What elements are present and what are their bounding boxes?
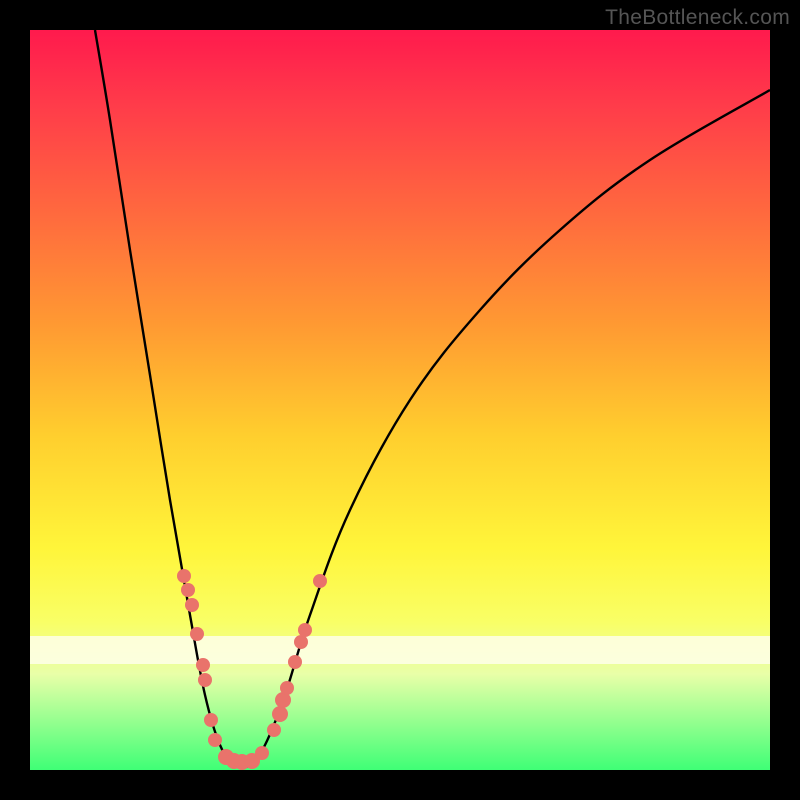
data-point [185, 598, 199, 612]
watermark-text: TheBottleneck.com [605, 6, 790, 30]
data-point [294, 635, 308, 649]
chart-svg [30, 30, 770, 770]
data-point [298, 623, 312, 637]
data-point [198, 673, 212, 687]
data-point-markers [177, 569, 327, 770]
data-point [190, 627, 204, 641]
data-point [196, 658, 210, 672]
data-point [255, 746, 269, 760]
data-point [181, 583, 195, 597]
bottleneck-curve-line [95, 30, 770, 768]
data-point [288, 655, 302, 669]
chart-plot-area [30, 30, 770, 770]
data-point [267, 723, 281, 737]
data-point [272, 706, 288, 722]
data-point [204, 713, 218, 727]
data-point [280, 681, 294, 695]
data-point [177, 569, 191, 583]
data-point [208, 733, 222, 747]
data-point [313, 574, 327, 588]
